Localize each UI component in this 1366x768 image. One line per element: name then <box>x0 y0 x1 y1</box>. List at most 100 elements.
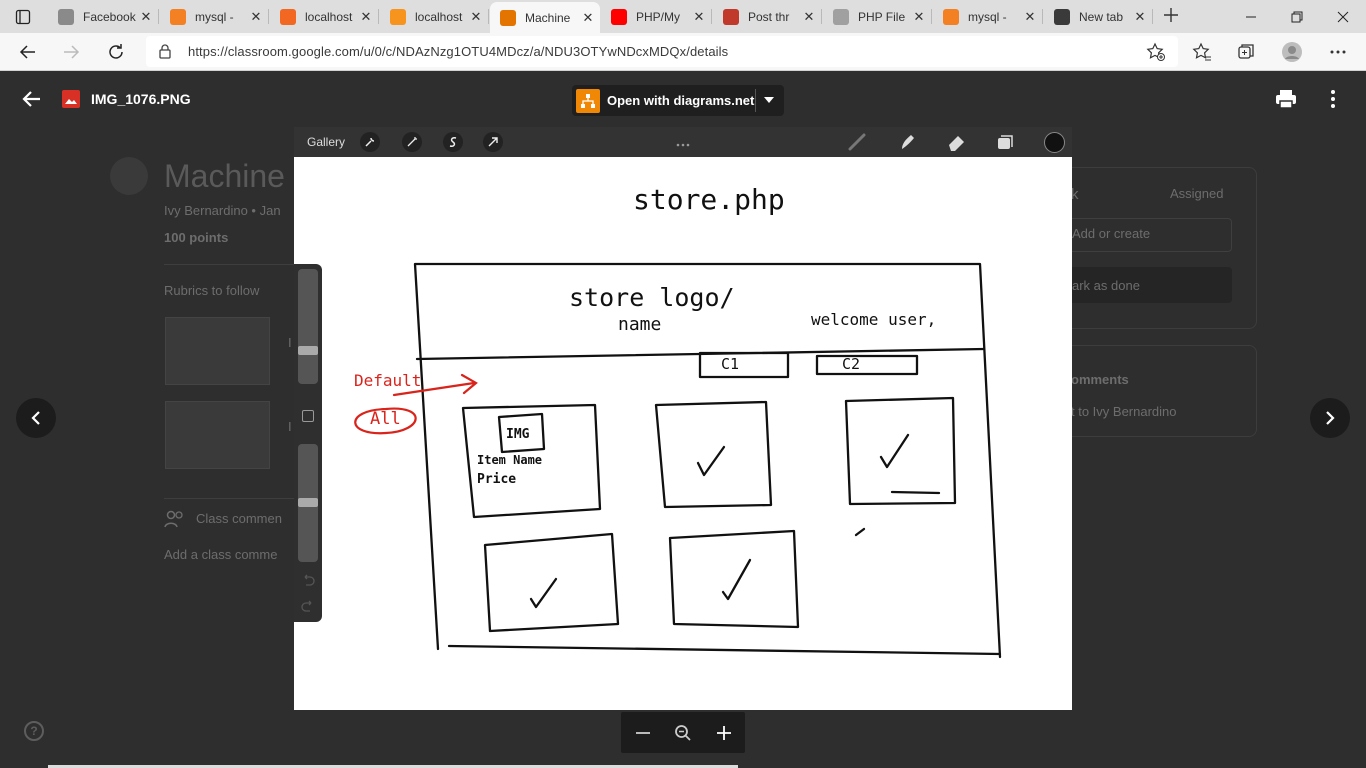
your-work-title: k <box>1071 186 1079 203</box>
tab-label: localhost <box>415 9 463 24</box>
tab-close-icon[interactable]: ✕ <box>360 9 372 25</box>
tab-close-icon[interactable]: ✕ <box>140 9 152 25</box>
browser-tab[interactable]: PHP/My ✕ <box>601 4 712 29</box>
zoom-out-button[interactable] <box>622 712 663 753</box>
plus-icon <box>1164 8 1178 22</box>
restore-icon <box>1291 11 1303 22</box>
tab-separator <box>158 9 159 24</box>
arrow-left-icon <box>22 91 40 107</box>
tab-actions-icon <box>15 9 31 24</box>
tab-close-icon[interactable]: ✕ <box>1134 9 1146 25</box>
browser-tab[interactable]: localhost ✕ <box>380 4 489 29</box>
browser-tab[interactable]: Machine ✕ <box>490 2 600 33</box>
close-viewer-button[interactable] <box>18 87 46 111</box>
add-or-create-label: Add or create <box>1072 226 1151 241</box>
check-mark-5 <box>721 558 752 601</box>
rubric-text-2: I <box>288 419 292 434</box>
zoom-reset-button[interactable] <box>662 712 703 753</box>
sketch-img-label: IMG <box>506 427 530 442</box>
browser-tab-strip: Facebook ✕ mysql - ✕ localhost ✕ localhost ✕ Ma… <box>0 0 1366 33</box>
minus-icon <box>635 731 650 734</box>
more-options-button[interactable] <box>1320 86 1346 112</box>
private-comments-label: omments <box>1071 372 1129 387</box>
open-with-label: Open with diagrams.net <box>607 93 755 108</box>
collections-button[interactable] <box>1231 37 1261 67</box>
tab-close-icon[interactable]: ✕ <box>693 9 705 25</box>
assignment-points: 100 points <box>164 230 229 245</box>
address-bar: https://classroom.google.com/u/0/c/NDAzN… <box>0 33 1366 71</box>
assignment-author: Ivy Bernardino • Jan <box>164 203 281 218</box>
product-card-2 <box>654 400 773 509</box>
sketch-c1: C1 <box>721 355 740 373</box>
tab-label: PHP File <box>858 9 906 24</box>
product-card-4 <box>483 532 620 633</box>
tab-separator <box>931 9 932 24</box>
tab-favicon-icon <box>390 8 406 25</box>
tab-close-icon[interactable]: ✕ <box>913 9 925 25</box>
favorites-button[interactable] <box>1187 37 1217 67</box>
browser-tab[interactable]: mysql - ✕ <box>160 4 269 29</box>
tab-label: mysql - <box>968 9 1007 24</box>
profile-button[interactable] <box>1277 37 1307 67</box>
arrow-left-icon <box>19 45 35 59</box>
sketch-logo-line1: store logo/ <box>569 283 735 312</box>
magnifier-icon <box>674 724 691 741</box>
new-tab-button[interactable] <box>1158 5 1184 27</box>
chevron-left-icon <box>31 411 40 425</box>
help-question-icon: ? <box>30 724 38 738</box>
close-icon <box>1337 11 1349 22</box>
tab-close-icon[interactable]: ✕ <box>470 9 482 25</box>
divider <box>164 498 294 499</box>
back-button[interactable] <box>13 37 43 67</box>
browser-tab[interactable]: Facebook ✕ <box>48 4 159 29</box>
next-file-button[interactable] <box>1310 398 1350 438</box>
minimize-icon <box>1246 16 1256 17</box>
tab-close-icon[interactable]: ✕ <box>1024 9 1036 25</box>
tab-favicon-icon <box>58 8 74 25</box>
add-favorite-icon[interactable] <box>1146 42 1166 62</box>
add-class-comment-link[interactable]: Add a class comme <box>164 547 277 562</box>
sketch-default: Default <box>354 371 422 390</box>
close-window-button[interactable] <box>1320 0 1366 33</box>
add-private-comment-link[interactable]: t to Ivy Bernardino <box>1071 404 1177 419</box>
zoom-in-button[interactable] <box>703 712 744 753</box>
url-field[interactable]: https://classroom.google.com/u/0/c/NDAzN… <box>146 36 1178 67</box>
sketch-c2: C2 <box>842 355 861 373</box>
restore-button[interactable] <box>1274 0 1320 33</box>
help-button[interactable]: ? <box>24 721 44 741</box>
tab-close-icon[interactable]: ✕ <box>250 9 262 25</box>
minimize-button[interactable] <box>1228 0 1274 33</box>
tab-separator <box>711 9 712 24</box>
browser-tab[interactable]: PHP File ✕ <box>823 4 932 29</box>
browser-tab[interactable]: Post thr ✕ <box>713 4 822 29</box>
tab-actions-button[interactable] <box>0 0 46 33</box>
chevron-right-icon <box>1326 411 1335 425</box>
print-button[interactable] <box>1273 86 1299 112</box>
open-with-button[interactable]: Open with diagrams.net <box>572 85 784 116</box>
rubric-thumbnail-2[interactable] <box>165 401 270 469</box>
refresh-icon <box>109 44 123 59</box>
chevron-down-icon[interactable] <box>764 97 774 103</box>
tab-label: Machine <box>525 10 571 25</box>
stray-mark <box>854 527 866 537</box>
tab-label: Facebook <box>83 9 136 24</box>
forward-button[interactable] <box>56 37 86 67</box>
browser-tab[interactable]: New tab ✕ <box>1044 4 1153 29</box>
settings-more-button[interactable] <box>1323 37 1353 67</box>
tab-close-icon[interactable]: ✕ <box>582 10 594 26</box>
tab-separator <box>378 9 379 24</box>
rubric-thumbnail-1[interactable] <box>165 317 270 385</box>
previous-file-button[interactable] <box>16 398 56 438</box>
diagrams-net-icon <box>576 88 600 113</box>
collections-icon <box>1238 44 1254 59</box>
refresh-button[interactable] <box>101 37 131 67</box>
tab-favicon-icon <box>943 8 959 25</box>
sketch-logo-line2: name <box>618 314 662 335</box>
browser-tab[interactable]: localhost ✕ <box>270 4 379 29</box>
assignment-icon <box>110 157 148 195</box>
sketch-title: store.php <box>633 183 785 216</box>
browser-tab[interactable]: mysql - ✕ <box>933 4 1043 29</box>
sketch-welcome: welcome user, <box>811 310 937 329</box>
tab-close-icon[interactable]: ✕ <box>803 9 815 25</box>
check-mark-4 <box>529 577 558 609</box>
